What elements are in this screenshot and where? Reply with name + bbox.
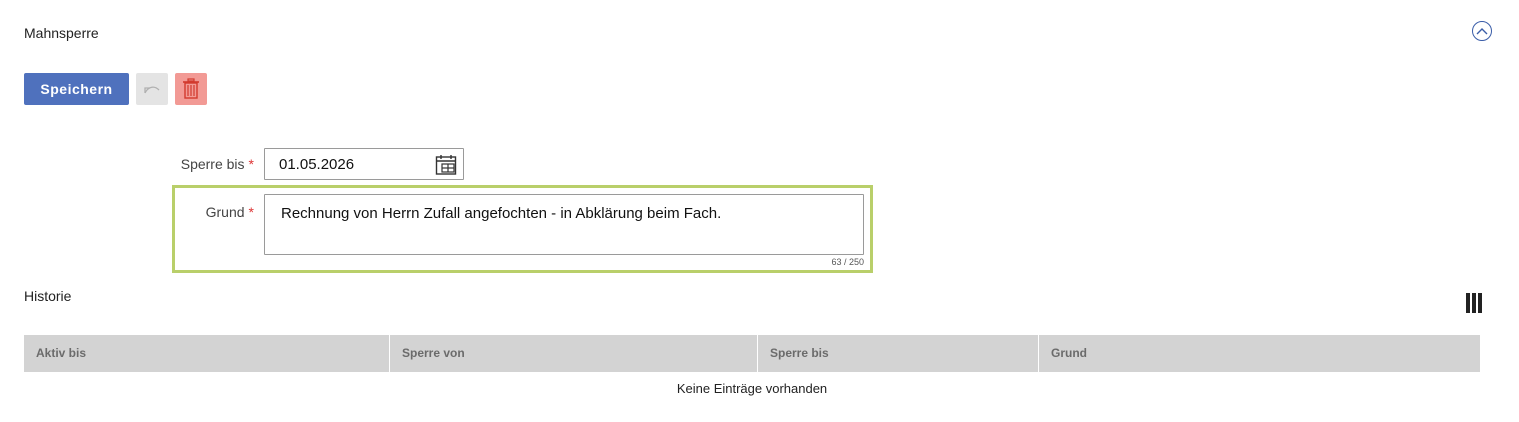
sperre-bis-label-text: Sperre bis bbox=[180, 156, 245, 172]
character-counter: 63 / 250 bbox=[831, 257, 864, 267]
column-header-grund[interactable]: Grund bbox=[1039, 335, 1480, 372]
columns-icon[interactable] bbox=[1466, 293, 1482, 313]
trash-icon bbox=[183, 78, 199, 99]
required-mark: * bbox=[248, 156, 254, 172]
column-header-sperre-von[interactable]: Sperre von bbox=[390, 335, 758, 372]
save-button[interactable]: Speichern bbox=[24, 73, 129, 105]
sperre-bis-date-input[interactable]: 01.05.2026 bbox=[264, 148, 464, 180]
collapse-button[interactable] bbox=[1472, 21, 1492, 41]
column-header-sperre-bis[interactable]: Sperre bis bbox=[758, 335, 1039, 372]
required-mark: * bbox=[248, 204, 254, 220]
undo-icon bbox=[144, 86, 160, 94]
sperre-bis-label: Sperre bis * bbox=[150, 156, 254, 172]
grund-textarea[interactable]: Rechnung von Herrn Zufall angefochten - … bbox=[264, 194, 864, 255]
history-table-header: Aktiv bis Sperre von Sperre bis Grund bbox=[24, 335, 1480, 372]
undo-button[interactable] bbox=[136, 73, 168, 105]
sperre-bis-value[interactable]: 01.05.2026 bbox=[279, 156, 354, 173]
grund-label: Grund * bbox=[150, 204, 254, 220]
grund-label-text: Grund bbox=[205, 204, 245, 220]
calendar-icon[interactable] bbox=[435, 154, 457, 181]
section-title: Mahnsperre bbox=[24, 25, 99, 41]
delete-button[interactable] bbox=[175, 73, 207, 105]
empty-table-message: Keine Einträge vorhanden bbox=[676, 381, 828, 396]
column-header-aktiv-bis[interactable]: Aktiv bis bbox=[24, 335, 390, 372]
chevron-up-icon bbox=[1476, 28, 1488, 35]
history-title: Historie bbox=[24, 288, 72, 304]
